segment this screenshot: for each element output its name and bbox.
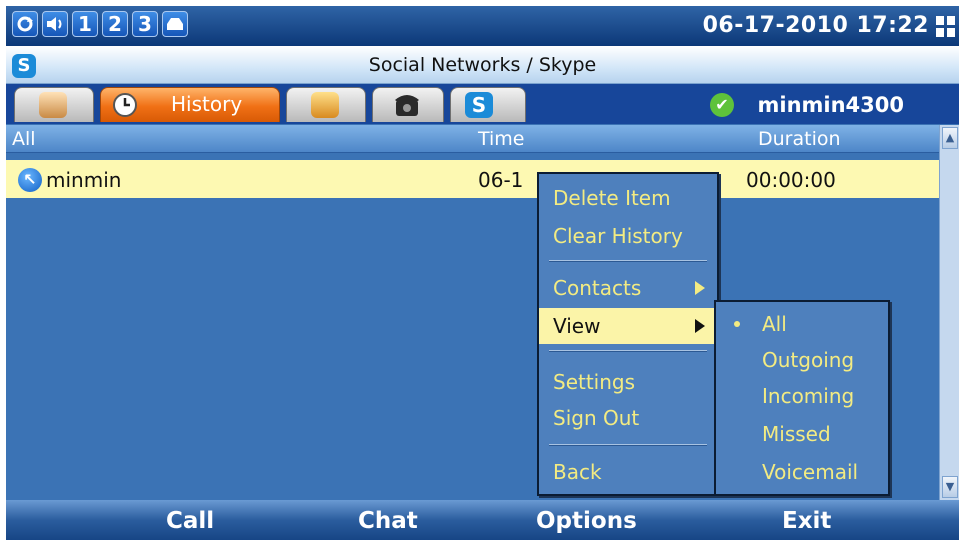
account-username: minmin4300 — [757, 93, 904, 117]
submenu-arrow-icon — [695, 281, 705, 295]
table-row[interactable]: ↖ minmin 06-1 00:00:00 — [6, 160, 939, 198]
line-3-indicator: 3 — [132, 11, 158, 37]
column-header: All Time Duration — [6, 125, 939, 153]
column-duration[interactable]: Duration — [758, 127, 841, 151]
row-time: 06-1 — [478, 168, 524, 192]
line-1-indicator: 1 — [72, 11, 98, 37]
menu-contacts[interactable]: Contacts — [539, 270, 717, 306]
column-time[interactable]: Time — [478, 127, 525, 151]
selected-bullet-icon — [734, 321, 740, 327]
view-voicemail[interactable]: Voicemail — [716, 454, 888, 490]
clock-icon — [111, 92, 139, 118]
menu-divider — [549, 444, 707, 446]
menu-divider — [549, 260, 707, 262]
exit-softkey[interactable]: Exit — [782, 507, 831, 535]
line-2-indicator: 2 — [102, 11, 128, 37]
view-missed[interactable]: Missed — [716, 416, 888, 452]
outgoing-call-icon: ↖ — [18, 168, 42, 192]
view-all-label: All — [762, 312, 787, 336]
view-submenu: All Outgoing Incoming Missed Voicemail — [714, 300, 890, 496]
status-bar: 1 2 3 06-17-2010 17:22 — [6, 6, 959, 46]
column-all[interactable]: All — [12, 127, 36, 151]
window-title: Social Networks / Skype — [368, 54, 597, 76]
scroll-up-icon[interactable]: ▲ — [942, 127, 958, 149]
contacts-icon — [39, 92, 67, 118]
title-bar: S Social Networks / Skype — [6, 46, 959, 84]
menu-back[interactable]: Back — [539, 454, 717, 490]
skype-icon: S — [465, 92, 493, 118]
volume-icon — [42, 11, 68, 37]
softkey-bar: Call Chat Options Exit — [6, 500, 959, 540]
menu-sign-out[interactable]: Sign Out — [539, 400, 717, 436]
menu-settings[interactable]: Settings — [539, 364, 717, 400]
online-check-icon: ✔ — [710, 93, 734, 117]
tab-history[interactable]: History — [100, 87, 280, 122]
view-all[interactable]: All — [716, 306, 888, 342]
network-icon — [936, 16, 956, 38]
tab-bar: History S ✔ minmin4300 — [6, 84, 959, 124]
menu-clear-history[interactable]: Clear History — [539, 218, 717, 254]
scroll-down-icon[interactable]: ▼ — [942, 476, 958, 498]
menu-view-label: View — [553, 314, 601, 338]
menu-view[interactable]: View — [539, 308, 717, 344]
phone-icon — [393, 92, 421, 118]
chat-softkey[interactable]: Chat — [358, 507, 418, 535]
options-softkey[interactable]: Options — [536, 507, 637, 535]
menu-delete-item[interactable]: Delete Item — [539, 180, 717, 216]
status-datetime: 06-17-2010 17:22 — [702, 13, 929, 38]
tab-dialpad[interactable] — [372, 87, 444, 122]
row-duration: 00:00:00 — [746, 168, 836, 192]
view-outgoing[interactable]: Outgoing — [716, 342, 888, 378]
groups-icon — [311, 92, 339, 118]
tab-history-label: History — [171, 92, 243, 116]
tab-skype[interactable]: S — [450, 87, 526, 122]
inbox-icon — [162, 11, 188, 37]
tab-contacts[interactable] — [14, 87, 94, 122]
sync-icon — [12, 11, 38, 37]
call-softkey[interactable]: Call — [166, 507, 214, 535]
view-incoming[interactable]: Incoming — [716, 378, 888, 414]
options-menu: Delete Item Clear History Contacts View … — [537, 172, 719, 496]
tab-groups[interactable] — [286, 87, 366, 122]
row-name: minmin — [46, 168, 122, 192]
menu-divider — [549, 350, 707, 352]
submenu-arrow-icon — [695, 319, 705, 333]
scrollbar[interactable]: ▲ ▼ — [939, 125, 959, 500]
menu-contacts-label: Contacts — [553, 276, 642, 300]
device-screen: 1 2 3 06-17-2010 17:22 S Social Networks… — [6, 6, 959, 540]
